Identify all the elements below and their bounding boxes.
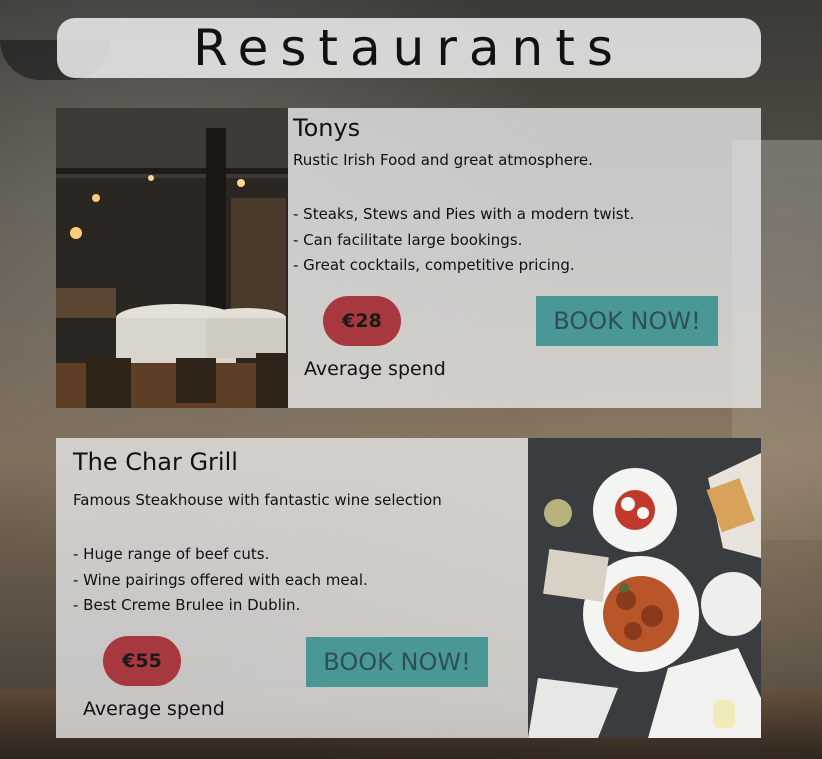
price-badge: €28 [323,296,401,346]
feature-item: - Great cocktails, competitive pricing. [293,256,575,274]
book-now-button[interactable]: BOOK NOW! [536,296,718,346]
restaurant-name: The Char Grill [73,448,238,476]
feature-item: - Wine pairings offered with each meal. [73,570,368,589]
book-now-button[interactable]: BOOK NOW! [306,637,488,687]
restaurant-tagline: Famous Steakhouse with fantastic wine se… [73,491,442,509]
restaurant-tagline: Rustic Irish Food and great atmosphere. [293,151,593,169]
page-title: Restaurants [193,19,625,77]
restaurant-name: Tonys [293,114,361,142]
restaurant-photo-dining-room [56,108,288,408]
restaurant-card-char-grill: The Char Grill Famous Steakhouse with fa… [56,438,761,738]
feature-list: - Steaks, Stews and Pies with a modern t… [293,202,634,279]
price-badge: €55 [103,636,181,686]
average-spend-label: Average spend [304,358,446,380]
restaurant-card-tonys: Tonys Rustic Irish Food and great atmosp… [56,108,761,408]
restaurant-photo-food-table [528,438,761,738]
feature-list: - Huge range of beef cuts. - Wine pairin… [73,542,368,619]
feature-item: - Best Creme Brulee in Dublin. [73,596,301,614]
feature-item: - Huge range of beef cuts. [73,545,270,563]
title-bar: Restaurants [57,18,761,78]
average-spend-label: Average spend [83,698,225,720]
feature-item: - Can facilitate large bookings. [293,230,523,249]
feature-item: - Steaks, Stews and Pies with a modern t… [293,205,635,223]
